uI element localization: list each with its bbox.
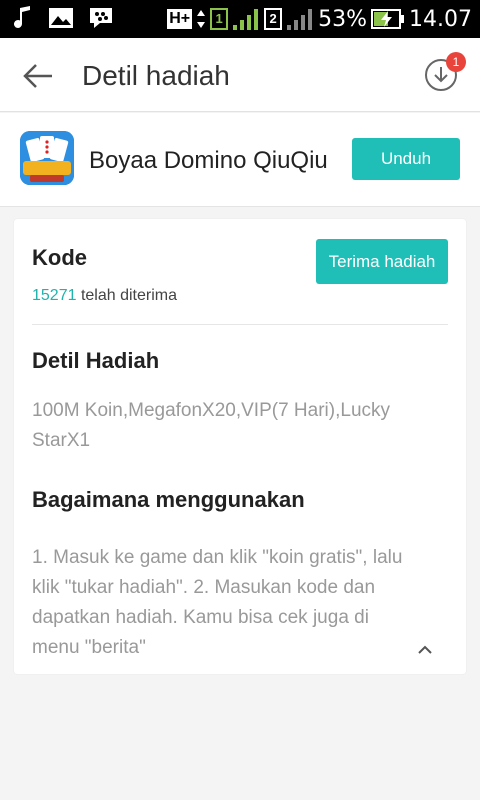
- system-icons: H+ 1 2 53% 14.07: [167, 4, 472, 34]
- app-name: Boyaa Domino QiuQiu: [89, 147, 328, 174]
- divider: [32, 324, 448, 325]
- usage-body: 1. Masuk ke game dan klik "koin gratis",…: [32, 547, 403, 658]
- received-suffix: telah diterima: [76, 287, 177, 304]
- page-title: Detil hadiah: [82, 60, 230, 91]
- signal-icon-sim1: [233, 9, 259, 30]
- receive-gift-button[interactable]: Terima hadiah: [316, 239, 448, 284]
- received-count: 15271: [32, 287, 77, 304]
- back-button[interactable]: [18, 56, 58, 96]
- app-icon[interactable]: [20, 131, 74, 185]
- app-bar: Detil hadiah 1: [0, 38, 480, 112]
- download-button[interactable]: Unduh: [352, 138, 460, 180]
- domino-app-logo-icon: [20, 131, 74, 185]
- image-icon: [49, 8, 73, 28]
- gift-detail-card: Kode 15271 telah diterima Terima hadiah …: [14, 219, 466, 674]
- clock: 14.07: [409, 6, 472, 32]
- network-type: H+: [167, 9, 193, 29]
- sim2-indicator: 2: [264, 8, 283, 30]
- bbm-icon: [90, 8, 112, 28]
- data-arrows-icon: [197, 10, 206, 28]
- usage-title: Bagaimana menggunakan: [32, 487, 305, 512]
- arrow-back-icon: [23, 64, 52, 88]
- notification-icons: [14, 6, 114, 30]
- code-title: Kode: [32, 245, 87, 270]
- gift-detail-body: 100M Koin,MegafonX20,VIP(7 Hari),Lucky S…: [32, 400, 391, 451]
- chevron-up-icon[interactable]: [414, 639, 436, 661]
- gift-detail-title: Detil Hadiah: [32, 348, 160, 373]
- status-bar: H+ 1 2 53% 14.07: [0, 0, 480, 38]
- app-row: Boyaa Domino QiuQiu Unduh: [0, 113, 480, 207]
- received-info: 15271 telah diterima: [32, 287, 177, 305]
- sim1-indicator: 1: [210, 8, 229, 30]
- battery-percent: 53%: [318, 6, 368, 32]
- music-note-icon: [14, 6, 30, 28]
- download-manager-button[interactable]: 1: [424, 52, 466, 92]
- signal-icon-sim2: [287, 9, 313, 30]
- download-badge: 1: [446, 52, 466, 72]
- battery-charging-icon: [371, 9, 405, 29]
